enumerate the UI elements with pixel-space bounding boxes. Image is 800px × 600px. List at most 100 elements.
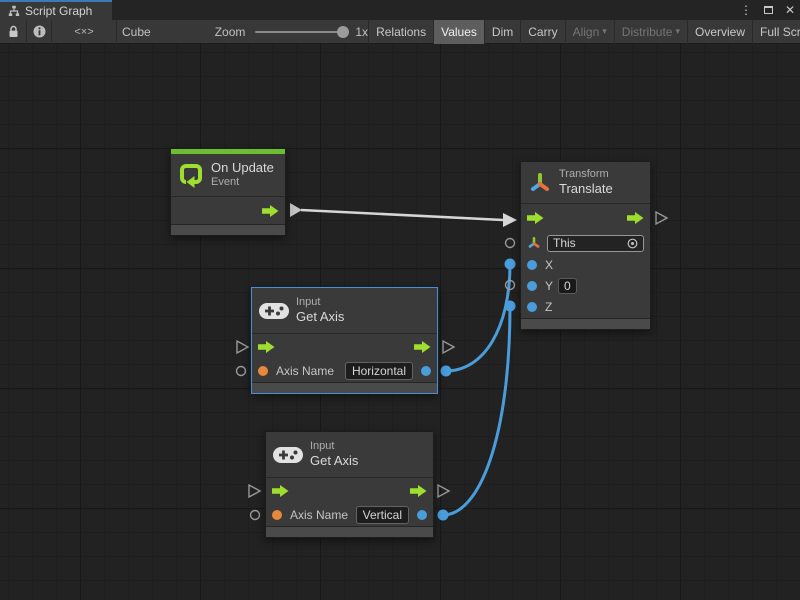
toolbar-button-carry[interactable]: Carry xyxy=(520,20,564,44)
window-maximize-button[interactable] xyxy=(760,2,776,18)
y-port-label: Y xyxy=(545,279,553,293)
toolbar-button-overview[interactable]: Overview xyxy=(687,20,752,44)
inspect-button[interactable] xyxy=(27,20,51,44)
x-port-label: X xyxy=(545,258,553,272)
z-input-port[interactable] xyxy=(527,302,537,312)
tab-script-graph[interactable]: Script Graph xyxy=(0,0,112,20)
object-picker-icon[interactable] xyxy=(627,238,638,249)
flow-port-row xyxy=(252,334,437,360)
axis-name-value-field[interactable]: Horizontal xyxy=(345,362,413,380)
translate-this-in-port[interactable] xyxy=(506,239,515,248)
node-title-block: Input Get Axis xyxy=(310,440,358,470)
node-title: Get Axis xyxy=(296,309,344,325)
zoom-slider-handle[interactable] xyxy=(337,26,349,38)
zoom-value: 1x xyxy=(355,25,368,39)
flow-out-arrow-icon[interactable] xyxy=(627,212,644,224)
toolbar-button-align[interactable]: Align ▾ xyxy=(565,20,614,44)
node-subtitle: Event xyxy=(211,176,274,190)
node-supertitle: Transform xyxy=(559,168,613,182)
node-title-block: On Update Event xyxy=(211,160,274,190)
axis-value-output-port[interactable] xyxy=(421,366,431,376)
gamepad-icon xyxy=(273,446,303,464)
x-input-port[interactable] xyxy=(527,260,537,270)
axis-name-input-port[interactable] xyxy=(272,510,282,520)
target-port-row: This xyxy=(521,232,650,254)
flow-wire-onupdate-to-translate[interactable] xyxy=(290,203,517,227)
code-view-button[interactable]: <×> xyxy=(52,20,116,44)
node-supertitle: Input xyxy=(296,296,344,310)
flow-in-arrow-icon[interactable] xyxy=(527,212,544,224)
y-value-field[interactable]: 0 xyxy=(558,278,577,294)
node-title: Get Axis xyxy=(310,453,358,469)
flow-out-arrow-icon[interactable] xyxy=(414,341,431,353)
window-close-button[interactable]: ✕ xyxy=(782,2,798,18)
window-menu-button[interactable]: ⋮ xyxy=(738,2,754,18)
toolbar-button-distribute[interactable]: Distribute ▾ xyxy=(614,20,687,44)
toolbar-button-relations[interactable]: Relations xyxy=(368,20,433,44)
graph-canvas[interactable]: On Update Event xyxy=(0,44,800,600)
transform-axes-icon xyxy=(527,236,541,250)
tab-bar: Script Graph ⋮ ✕ xyxy=(0,0,800,20)
node-header: Input Get Axis xyxy=(266,432,433,478)
zoom-label: Zoom xyxy=(215,25,246,39)
node-title: Translate xyxy=(559,181,613,197)
flow-out-arrow-icon[interactable] xyxy=(410,485,427,497)
value-wire-horizontal-to-x[interactable] xyxy=(441,259,516,377)
node-footer xyxy=(252,382,437,393)
toolbar-button-values[interactable]: Values xyxy=(433,20,484,44)
gamepad-icon xyxy=(259,302,289,320)
node-header: On Update Event xyxy=(171,154,285,197)
flow-port-row xyxy=(521,204,650,232)
getaxis-v-axisname-in-port[interactable] xyxy=(251,511,260,520)
getaxis-v-flow-in-port[interactable] xyxy=(249,485,260,497)
chevron-down-icon: ▾ xyxy=(602,27,607,36)
getaxis-h-flow-out-port[interactable] xyxy=(443,341,454,353)
getaxis-v-flow-out-port[interactable] xyxy=(438,485,449,497)
toolbar-separator xyxy=(116,20,117,44)
y-input-port[interactable] xyxy=(527,281,537,291)
node-get-axis-vertical[interactable]: Input Get Axis Axis Name Vertical xyxy=(265,431,434,538)
z-port-label: Z xyxy=(545,300,552,314)
toolbar-button-dim[interactable]: Dim xyxy=(484,20,520,44)
axis-name-input-port[interactable] xyxy=(258,366,268,376)
flow-out-arrow-icon[interactable] xyxy=(262,205,279,217)
axis-value-output-port[interactable] xyxy=(417,510,427,520)
close-icon: ✕ xyxy=(785,3,795,17)
value-wire-vertical-to-z[interactable] xyxy=(438,301,516,521)
node-header: Transform Translate xyxy=(521,162,650,204)
window-controls: ⋮ ✕ xyxy=(738,0,798,20)
axis-name-row: Axis Name Horizontal xyxy=(252,360,437,382)
getaxis-h-flow-in-port[interactable] xyxy=(237,341,248,353)
target-object-field[interactable]: This xyxy=(547,235,644,252)
z-port-row: Z xyxy=(521,296,650,318)
flow-in-arrow-icon[interactable] xyxy=(258,341,275,353)
node-supertitle: Input xyxy=(310,440,358,454)
y-port-row: Y 0 xyxy=(521,275,650,296)
flow-port-row xyxy=(171,197,285,224)
node-on-update[interactable]: On Update Event xyxy=(170,148,286,236)
axis-name-label: Axis Name xyxy=(290,508,348,522)
flow-port-row xyxy=(266,478,433,504)
node-title-block: Transform Translate xyxy=(559,168,613,198)
target-object-value: This xyxy=(553,236,576,250)
getaxis-h-axisname-in-port[interactable] xyxy=(237,367,246,376)
code-brackets-icon: <×> xyxy=(74,26,93,38)
translate-flow-out-port[interactable] xyxy=(656,212,667,224)
node-footer xyxy=(171,224,285,235)
flow-in-arrow-icon[interactable] xyxy=(272,485,289,497)
node-title-block: Input Get Axis xyxy=(296,296,344,326)
node-get-axis-horizontal[interactable]: Input Get Axis Axis Name Horizontal xyxy=(251,287,438,394)
kebab-menu-icon: ⋮ xyxy=(740,3,752,17)
lock-button[interactable] xyxy=(0,20,26,44)
axis-name-value-field[interactable]: Vertical xyxy=(356,506,409,524)
toolbar-button-fullscreen[interactable]: Full Screen xyxy=(752,20,800,44)
transform-axes-icon xyxy=(528,171,552,195)
script-graph-window: Script Graph ⋮ ✕ <×> xyxy=(0,0,800,600)
node-title: On Update xyxy=(211,160,274,176)
node-translate[interactable]: Transform Translate xyxy=(520,161,651,330)
maximize-icon xyxy=(764,6,773,14)
node-header: Input Get Axis xyxy=(252,288,437,334)
node-footer xyxy=(521,318,650,329)
x-port-row: X xyxy=(521,254,650,275)
zoom-slider[interactable] xyxy=(255,31,347,33)
